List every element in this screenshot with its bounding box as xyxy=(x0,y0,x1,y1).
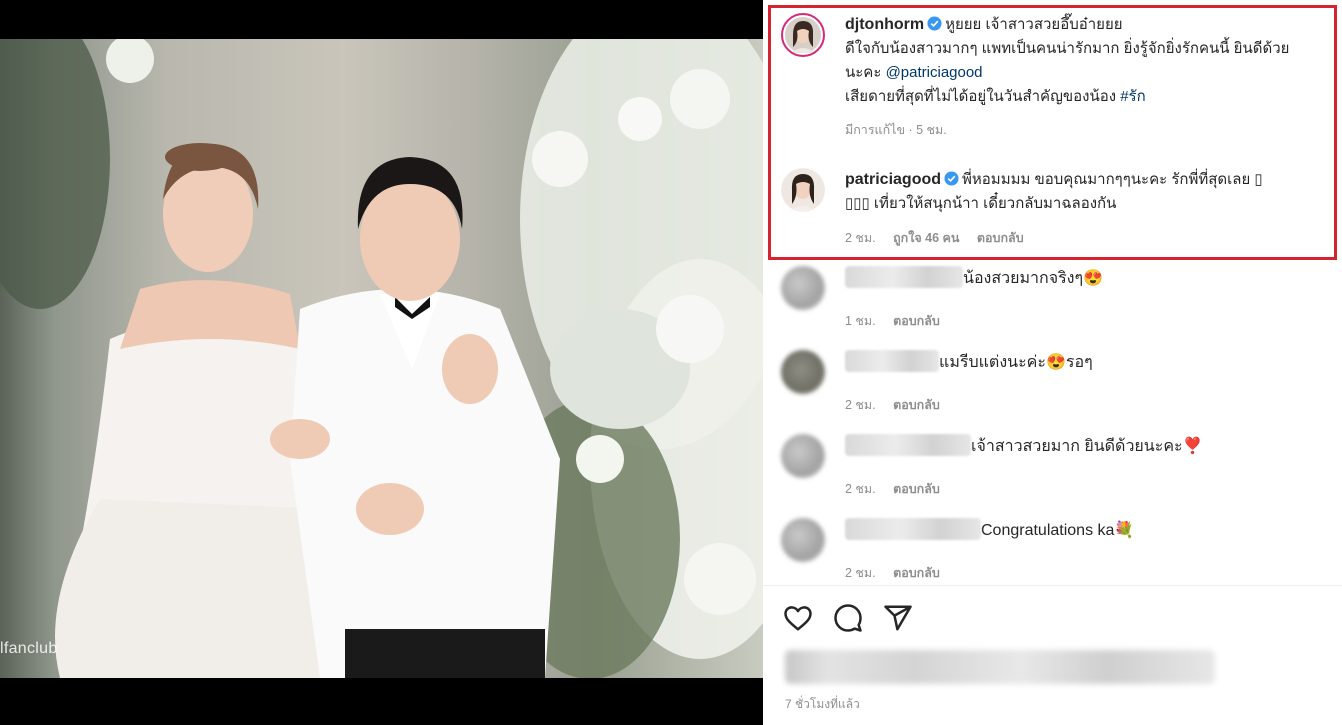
comment-blurred-4: Congratulations ka💐 2 ชม. ตอบกลับ xyxy=(781,518,1331,588)
edited-time-label: มีการแก้ไข · 5 ชม. xyxy=(845,123,947,137)
avatar[interactable] xyxy=(781,266,825,310)
comment-line-2: ▯▯▯ เที่ยวให้สนุกน้าา เดี๋ยวกลับมาฉลองกั… xyxy=(845,195,1117,212)
comment-time: 2 ชม. xyxy=(845,231,876,245)
comment-text: patriciagood พี่หอมมมม ขอบคุณมากๆๆนะคะ รั… xyxy=(845,168,1331,216)
avatar-patriciagood-image xyxy=(781,168,825,212)
comment-blurred-1: น้องสวยมากจริงๆ😍 1 ชม. ตอบกลับ xyxy=(781,266,1331,336)
reply-button[interactable]: ตอบกลับ xyxy=(893,566,940,580)
comment-text: Congratulations ka💐 xyxy=(845,518,1331,543)
comment-meta: 2 ชม. ตอบกลับ xyxy=(845,479,954,499)
comment-line-4: เสียดายที่สุดที่ไม่ได้อยู่ในวันสำคัญของน… xyxy=(845,88,1121,105)
comment-time: 2 ชม. xyxy=(845,566,876,580)
comment-text: น้องสวยมากจริงๆ😍 xyxy=(845,266,1331,291)
verified-badge-icon xyxy=(927,16,942,31)
verified-badge-icon xyxy=(944,171,959,186)
comment-line-3: นะคะ xyxy=(845,64,886,81)
divider xyxy=(763,585,1342,586)
comment-time: 2 ชม. xyxy=(845,482,876,496)
comment-time: 2 ชม. xyxy=(845,398,876,412)
comment-patriciagood: patriciagood พี่หอมมมม ขอบคุณมากๆๆนะคะ รั… xyxy=(781,168,1331,248)
comment-line-1: แมรีบแต่งนะค่ะ😍รอๆ xyxy=(939,354,1093,371)
comment-text: เจ้าสาวสวยมาก ยินดีด้วยนะคะ❣️ xyxy=(845,434,1331,459)
comment-text: แมรีบแต่งนะค่ะ😍รอๆ xyxy=(845,350,1331,375)
comment-meta: 2 ชม. ตอบกลับ xyxy=(845,395,954,415)
avatar[interactable] xyxy=(781,13,825,57)
comment-icon[interactable] xyxy=(833,603,863,633)
reply-button[interactable]: ตอบกลับ xyxy=(977,231,1024,245)
likes-count-button[interactable]: ถูกใจ 46 คน xyxy=(893,231,959,245)
blurred-username[interactable] xyxy=(845,518,981,540)
comment-time: 1 ชม. xyxy=(845,314,876,328)
username[interactable]: patriciagood xyxy=(845,171,941,188)
post-media-panel: lfanclub xyxy=(0,0,763,725)
comment-meta: มีการแก้ไข · 5 ชม. xyxy=(845,120,961,140)
comment-blurred-3: เจ้าสาวสวยมาก ยินดีด้วยนะคะ❣️ 2 ชม. ตอบก… xyxy=(781,434,1331,504)
blurred-username[interactable] xyxy=(845,434,971,456)
post-photo[interactable]: lfanclub xyxy=(0,39,763,678)
comment-meta: 1 ชม. ตอบกลับ xyxy=(845,311,954,331)
hashtag-link[interactable]: #รัก xyxy=(1120,88,1145,105)
blurred-username[interactable] xyxy=(845,266,963,288)
mention-link[interactable]: @patriciagood xyxy=(886,64,983,81)
comment-djtonhorm: djtonhorm หูยยย เจ้าสาวสวยอึ๊บอ๋ายยย ดีใจ… xyxy=(781,13,1331,143)
comment-line-1: เจ้าสาวสวยมาก ยินดีด้วยนะคะ❣️ xyxy=(971,438,1203,455)
comment-line-2: ดีใจกับน้องสาวมากๆ แพทเป็นคนน่ารักมาก ยิ… xyxy=(845,40,1290,57)
reply-button[interactable]: ตอบกลับ xyxy=(893,314,940,328)
comments-panel: djtonhorm หูยยย เจ้าสาวสวยอึ๊บอ๋ายยย ดีใจ… xyxy=(763,0,1342,725)
comment-meta: 2 ชม. ตอบกลับ xyxy=(845,563,954,583)
comment-line-1: หูยยย เจ้าสาวสวยอึ๊บอ๋ายยย xyxy=(945,16,1123,33)
heart-icon[interactable] xyxy=(783,603,813,633)
username[interactable]: djtonhorm xyxy=(845,16,924,33)
blurred-likes-summary xyxy=(785,650,1215,684)
comment-line-1: น้องสวยมากจริงๆ😍 xyxy=(963,270,1103,287)
reply-button[interactable]: ตอบกลับ xyxy=(893,398,940,412)
comment-line-1: พี่หอมมมม ขอบคุณมากๆๆนะคะ รักพี่ที่สุดเล… xyxy=(962,171,1263,188)
share-icon[interactable] xyxy=(883,603,913,633)
avatar[interactable] xyxy=(781,434,825,478)
comment-text: djtonhorm หูยยย เจ้าสาวสวยอึ๊บอ๋ายยย ดีใจ… xyxy=(845,13,1331,109)
avatar[interactable] xyxy=(781,168,825,212)
avatar-djtonhorm-image xyxy=(785,17,821,53)
reply-button[interactable]: ตอบกลับ xyxy=(893,482,940,496)
comment-blurred-2: แมรีบแต่งนะค่ะ😍รอๆ 2 ชม. ตอบกลับ xyxy=(781,350,1331,420)
avatar[interactable] xyxy=(781,350,825,394)
blurred-username[interactable] xyxy=(845,350,939,372)
wedding-photo-illustration xyxy=(0,39,763,678)
post-time: 7 ชั่วโมงที่แล้ว xyxy=(785,697,860,711)
avatar[interactable] xyxy=(781,518,825,562)
comment-line-1: Congratulations ka💐 xyxy=(981,522,1135,539)
comment-meta: 2 ชม. ถูกใจ 46 คน ตอบกลับ xyxy=(845,228,1038,248)
photo-watermark: lfanclub xyxy=(0,640,58,657)
